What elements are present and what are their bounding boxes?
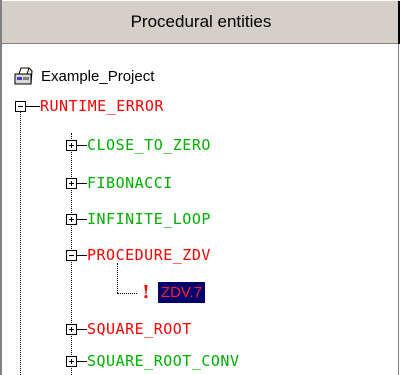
tree-connector <box>77 329 87 330</box>
expand-icon[interactable] <box>66 324 77 335</box>
procedural-entities-panel: Procedural entities Example_Project RUNT… <box>0 0 401 375</box>
tree-root-item[interactable]: Example_Project <box>13 63 154 89</box>
tree-connector <box>77 183 87 184</box>
collapse-icon[interactable] <box>15 101 26 112</box>
tree-item-procedure-zdv[interactable]: PROCEDURE_ZDV <box>87 242 211 268</box>
tree-item-zdv7[interactable]: ! ZDV.7 <box>136 279 206 305</box>
tree-line-runtime-error <box>20 107 21 375</box>
tree-item-label: PROCEDURE_ZDV <box>87 246 211 264</box>
collapse-icon[interactable] <box>66 250 77 261</box>
tree-item-infinite-loop[interactable]: INFINITE_LOOP <box>87 206 211 232</box>
expand-icon[interactable] <box>66 356 77 367</box>
tree-item-close-to-zero[interactable]: CLOSE_TO_ZERO <box>87 132 211 158</box>
tree-item-label: ZDV.7 <box>157 281 206 303</box>
tree-item-label: RUNTIME_ERROR <box>40 97 164 115</box>
tree-connector <box>117 293 137 294</box>
tree-item-label: INFINITE_LOOP <box>87 210 211 228</box>
expand-icon[interactable] <box>66 140 77 151</box>
tree-connector <box>77 255 87 256</box>
tree-item-runtime-error[interactable]: RUNTIME_ERROR <box>40 93 164 119</box>
tree-item-square-root-conv[interactable]: SQUARE_ROOT_CONV <box>87 348 240 374</box>
tree-item-label: CLOSE_TO_ZERO <box>87 136 211 154</box>
root-label: Example_Project <box>41 67 155 85</box>
project-icon <box>14 67 33 85</box>
tree-item-label: SQUARE_ROOT <box>87 320 192 338</box>
column-header[interactable]: Procedural entities <box>2 0 400 45</box>
tree-connector <box>77 145 87 146</box>
tree-line-zdv <box>117 263 118 293</box>
tree-item-label: SQUARE_ROOT_CONV <box>87 352 240 370</box>
tree-connector <box>26 106 40 107</box>
expand-icon[interactable] <box>66 214 77 225</box>
header-divider <box>398 1 400 45</box>
tree-item-label: FIBONACCI <box>87 174 173 192</box>
column-header-title: Procedural entities <box>130 12 272 31</box>
tree-item-square-root[interactable]: SQUARE_ROOT <box>87 316 192 342</box>
tree-item-fibonacci[interactable]: FIBONACCI <box>87 170 173 196</box>
expand-icon[interactable] <box>66 178 77 189</box>
error-exclamation-icon: ! <box>142 281 150 303</box>
tree-connector <box>77 361 87 362</box>
tree-connector <box>77 219 87 220</box>
procedural-tree: Example_Project RUNTIME_ERROR CLOSE_TO_Z… <box>0 45 398 375</box>
